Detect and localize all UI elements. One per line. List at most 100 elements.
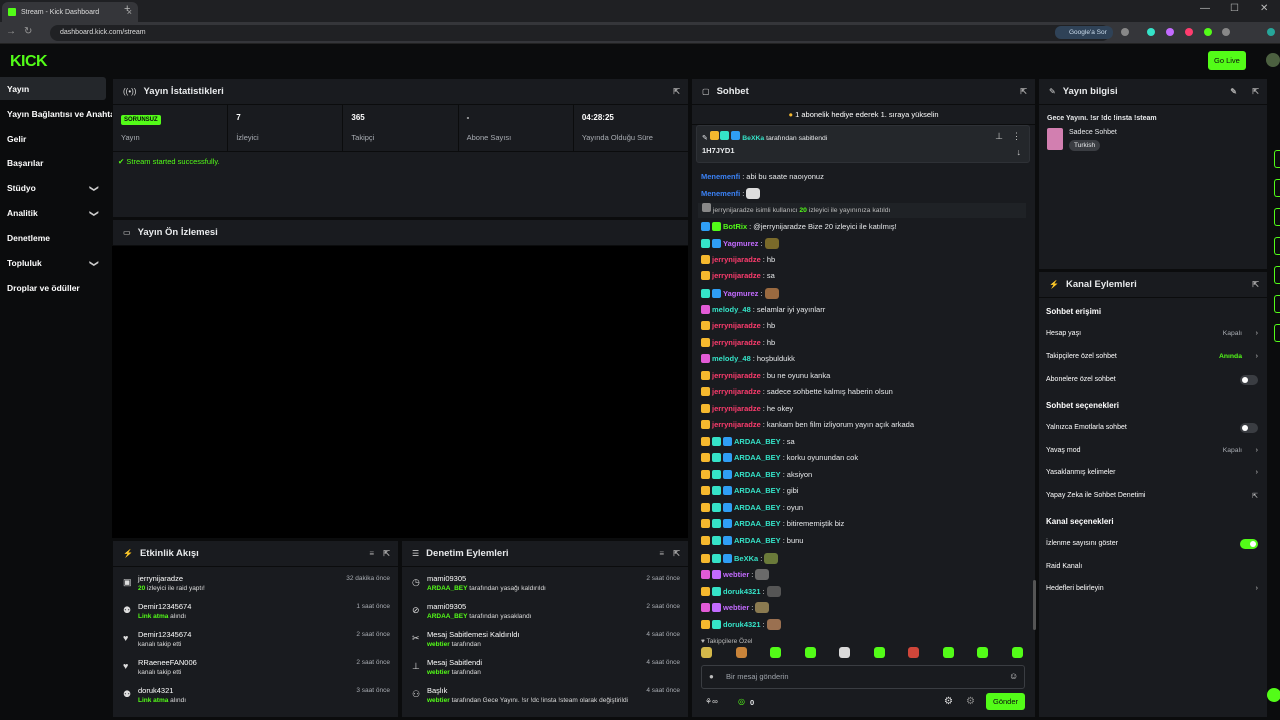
video-preview[interactable] [112,246,688,538]
raid-channel-option[interactable]: Raid Kanalı [1046,563,1260,570]
infinity-icon[interactable]: ⚘∞ [705,697,718,706]
sidebar-item-achievements[interactable]: Başarılar [7,158,43,168]
chat-message[interactable]: Menemenfi: [701,188,762,199]
popout-icon[interactable]: ⇱ [1020,87,1027,96]
chat-username[interactable]: webtier [723,603,749,612]
mod-gear-icon[interactable]: ⚙ [966,696,975,707]
banned-words-option[interactable]: Yasaklanmış kelimeler › [1046,469,1260,476]
sidebar-item-stream-key[interactable]: Yayın Bağlantısı ve Anahtar [7,109,118,119]
url-field[interactable]: dashboard.kick.com/stream [50,25,1110,41]
extensions-puzzle-icon[interactable] [1222,28,1230,36]
chat-username[interactable]: webtier [723,570,749,579]
quick-action-tab[interactable] [1274,324,1280,342]
quick-action-tab[interactable] [1274,208,1280,226]
chat-username[interactable]: jerrynijaradze [712,420,761,429]
chat-username[interactable]: Yagmurez [723,239,758,248]
popout-icon[interactable]: ⇱ [1252,280,1259,289]
emote-only-option[interactable]: Yalnızca Emotlarla sohbet [1046,423,1260,433]
pinned-message[interactable]: ✎ BeXKa tarafından sabitlendi 1H7JYD1 ⊥ … [696,125,1030,163]
chat-message[interactable]: BotRix: @jerrynijaradze Bize 20 izleyici… [701,222,897,231]
chat-message[interactable]: ARDAA_BEY: gibi [701,486,798,495]
chat-input[interactable]: Bir mesaj gönderin [701,665,1025,689]
emote-icon[interactable] [908,647,920,658]
chat-message[interactable]: jerrynijaradze: kankam ben film izliyoru… [701,420,914,429]
chat-message[interactable]: jerrynijaradze: hb [701,255,775,264]
chat-message[interactable]: ARDAA_BEY: oyun [701,503,803,512]
chat-message[interactable]: jerrynijaradze: hb [701,338,775,347]
category-name[interactable]: Sadece Sohbet [1069,129,1117,136]
quick-action-tab[interactable] [1274,237,1280,255]
sidebar-item-revenue[interactable]: Gelir [7,134,26,144]
chat-username[interactable]: BotRix [723,222,747,231]
gift-sub-banner[interactable]: ● 1 abonelik hediye ederek 1. sıraya yük… [692,105,1035,125]
chevron-down-icon[interactable]: ❯ [88,185,99,193]
subs-chat-option[interactable]: Abonelere özel sohbet [1046,375,1260,385]
chat-username[interactable]: melody_48 [712,354,751,363]
edit-pencil-icon[interactable]: ✎ [1230,87,1237,96]
chat-username[interactable]: jerrynijaradze [712,321,761,330]
subs-chat-toggle[interactable] [1240,375,1258,385]
sidebar-item-drops[interactable]: Droplar ve ödüller [7,283,80,293]
chat-message[interactable]: webtier: [701,602,771,613]
chat-username[interactable]: ARDAA_BEY [734,503,781,512]
chat-username[interactable]: Yagmurez [723,289,758,298]
show-viewers-toggle[interactable] [1240,539,1258,549]
settings-gear-icon[interactable]: ⚙ [944,696,953,707]
chat-username[interactable]: jerrynijaradze [712,338,761,347]
google-ask-button[interactable]: Google'a Sor [1055,26,1113,39]
collapse-icon[interactable]: ↓ [1017,147,1022,157]
quick-action-tab[interactable] [1274,295,1280,313]
ai-mod-option[interactable]: Yapay Zeka ile Sohbet Denetimi ⇱ [1046,492,1260,500]
chat-username[interactable]: ARDAA_BEY [734,486,781,495]
chat-username[interactable]: melody_48 [712,305,751,314]
go-live-button[interactable]: Go Live [1208,51,1246,70]
close-window-button[interactable]: ✕ [1260,3,1268,14]
filter-icon[interactable]: ≡ [659,549,664,558]
chat-username[interactable]: ARDAA_BEY [734,536,781,545]
chat-username[interactable]: ARDAA_BEY [734,470,781,479]
emote-icon[interactable] [804,647,816,658]
chat-message[interactable]: ARDAA_BEY: korku oyunundan cok [701,453,858,462]
emote-icon[interactable] [770,647,782,658]
emote-icon[interactable] [701,647,712,658]
profile-icon[interactable] [1267,28,1275,36]
unpin-icon[interactable]: ⊥ [995,131,1003,142]
chat-message[interactable]: jerrynijaradze: hb [701,321,775,330]
emote-icon[interactable] [942,647,954,658]
chat-message[interactable]: melody_48: hoşbuldukk [701,354,795,363]
chat-message[interactable]: BeXKa: [701,553,780,564]
emote-icon[interactable] [839,647,851,658]
chat-message[interactable]: ARDAA_BEY: aksiyon [701,470,812,479]
chat-message[interactable]: Yagmurez: [701,288,781,299]
followers-chat-option[interactable]: Takipçilere özel sohbet Anında › [1046,353,1260,360]
chat-message[interactable]: webtier: [701,569,771,580]
chat-message[interactable]: Menemenfi: abi bu saate naoıyonuz [701,172,824,181]
user-avatar[interactable] [1266,53,1280,67]
chat-message[interactable]: ARDAA_BEY: sa [701,437,795,446]
sidebar-item-moderation[interactable]: Denetleme [7,233,50,243]
chat-username[interactable]: jerrynijaradze [712,404,761,413]
emote-only-toggle[interactable] [1240,423,1258,433]
chat-message[interactable]: jerrynijaradze: bu ne oyunu kanka [701,371,830,380]
popout-icon[interactable]: ⇱ [673,549,680,558]
chat-message[interactable]: doruk4321: [701,619,783,630]
sidebar-item-studio[interactable]: Stüdyo [7,183,36,193]
chat-username[interactable]: jerrynijaradze [712,371,761,380]
show-viewers-option[interactable]: İzlenme sayısını göster [1046,539,1260,549]
emote-icon[interactable] [873,647,885,658]
emote-icon[interactable] [735,647,747,658]
sidebar-item-stream[interactable]: Yayın [7,84,29,94]
extension-icon[interactable] [1185,28,1193,36]
chat-message[interactable]: Yagmurez: [701,238,781,249]
chat-username[interactable]: doruk4321 [723,587,761,596]
chat-username[interactable]: BeXKa [734,554,758,563]
browser-tab[interactable]: Stream - Kick Dashboard × [2,2,138,22]
chat-username[interactable]: doruk4321 [723,620,761,629]
chat-username[interactable]: ARDAA_BEY [734,437,781,446]
back-icon[interactable]: → [6,26,16,37]
chat-message[interactable]: jerrynijaradze: sa [701,271,775,280]
chat-message[interactable]: doruk4321: [701,586,783,597]
bookmark-star-icon[interactable] [1121,28,1129,36]
popout-icon[interactable]: ⇱ [1252,87,1259,96]
popout-icon[interactable]: ⇱ [673,87,680,96]
